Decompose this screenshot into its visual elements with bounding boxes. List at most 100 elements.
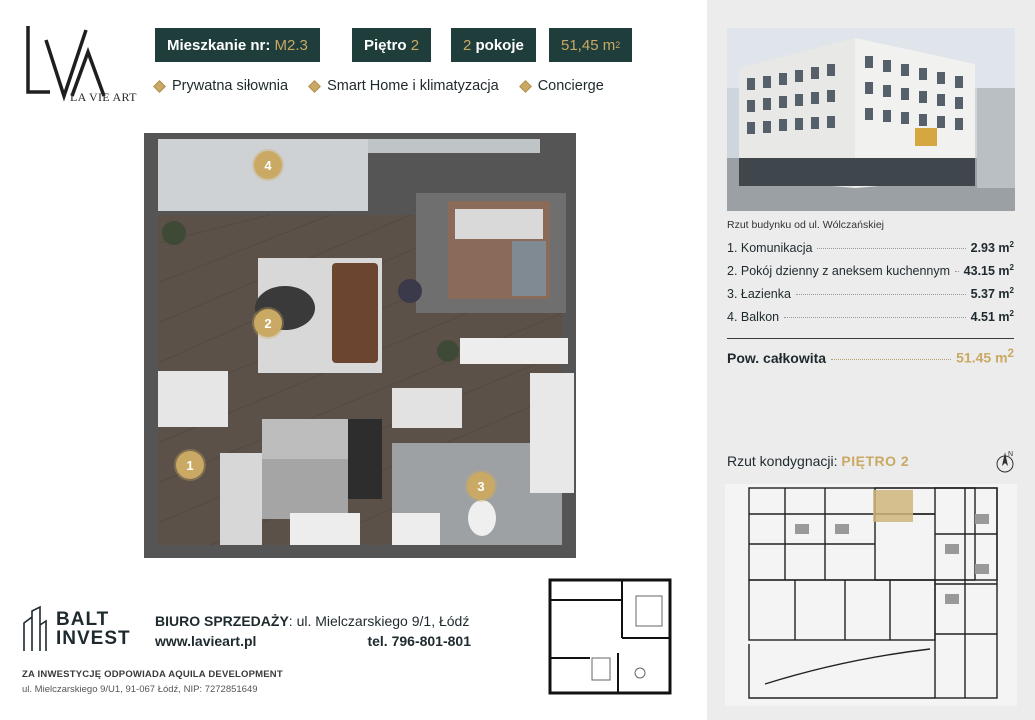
- legal-address: ul. Mielczarskiego 9/U1, 91-067 Łódź, NI…: [22, 684, 258, 695]
- apartment-number-badge: Mieszkanie nr: M2.3: [155, 28, 320, 62]
- wardrobe: [530, 373, 574, 493]
- photo-caption: Rzut budynku od ul. Wólczańskiej: [727, 219, 884, 231]
- area-value: 43.15 m: [963, 264, 1010, 279]
- plant-1: [162, 221, 186, 245]
- feature-label: Smart Home i klimatyzacja: [327, 78, 499, 94]
- invest-line: INVEST: [56, 628, 131, 649]
- area-row: 1. Komunikacja 2.93 m2: [727, 240, 1014, 263]
- area-label: 4. Balkon: [727, 310, 780, 325]
- balt-invest-wordmark: BALT INVEST: [56, 610, 131, 648]
- rooms-badge-label: pokoje: [475, 36, 524, 54]
- total-label: Pow. całkowita: [727, 349, 827, 366]
- entry-cabinet: [220, 453, 262, 545]
- dot-leader: [784, 317, 966, 319]
- room-marker-1: 1: [176, 451, 204, 479]
- floor-badge-value: 2: [410, 36, 420, 54]
- area-badge-sup: 2: [615, 40, 621, 50]
- vanity: [392, 513, 440, 545]
- dot-leader: [955, 271, 959, 273]
- legal-title: ZA INWESTYCJĘ ODPOWIADA AQUILA DEVELOPME…: [22, 669, 283, 680]
- apartment-number-value: M2.3: [274, 36, 308, 54]
- blanket: [512, 241, 546, 296]
- floor-badge: Piętro 2: [352, 28, 432, 62]
- floor-value: PIĘTRO 2: [841, 453, 910, 469]
- area-table: 1. Komunikacja 2.93 m2 2. Pokój dzienny …: [727, 240, 1014, 366]
- dot-leader: [831, 358, 952, 360]
- pillows: [455, 209, 543, 239]
- brand-name: LA VIE ART: [70, 90, 137, 104]
- area-label: 2. Pokój dzienny z aneksem kuchennym: [727, 264, 951, 279]
- area-divider: [727, 338, 1014, 339]
- diamond-icon: [308, 79, 321, 93]
- balt-invest-logo: BALT INVEST: [22, 605, 131, 653]
- area-value: 2.93 m: [970, 241, 1010, 256]
- floor-badge-label: Piętro: [364, 36, 407, 54]
- area-badge-value: 51,45 m: [561, 36, 616, 54]
- area-sup: 2: [1009, 263, 1014, 272]
- office-row: BIURO SPRZEDAŻY: ul. Mielczarskiego 9/1,…: [155, 611, 471, 631]
- sofa: [332, 263, 378, 363]
- building-render-image: [727, 28, 1015, 211]
- dining-table: [158, 371, 228, 427]
- total-value: 51.45 m: [956, 349, 1008, 366]
- balt-line: BALT: [56, 609, 110, 630]
- room-marker-2: 2: [254, 309, 282, 337]
- feature-item: Concierge: [518, 78, 604, 94]
- area-label: 3. Łazienka: [727, 287, 791, 302]
- highlighted-unit: [873, 490, 913, 522]
- feature-item: Prywatna siłownia: [153, 78, 289, 94]
- website-link[interactable]: www.lavieart.pl: [155, 633, 256, 649]
- plant-2: [437, 340, 459, 362]
- rooms-badge: 2 pokoje: [451, 28, 536, 62]
- area-row: 4. Balkon 4.51 m2: [727, 309, 1014, 332]
- partition: [460, 338, 568, 364]
- dot-leader: [795, 294, 966, 296]
- kitchen-island: [262, 459, 348, 519]
- area-row: 3. Łazienka 5.37 m2: [727, 286, 1014, 309]
- area-total-row: Pow. całkowita 51.45 m2: [727, 347, 1014, 366]
- rooms-badge-value: 2: [463, 36, 472, 54]
- apartment-floor-plan: [130, 133, 578, 558]
- office-label: BIURO SPRZEDAŻY: [155, 613, 289, 629]
- room-marker-3: 3: [467, 472, 495, 500]
- area-row: 2. Pokój dzienny z aneksem kuchennym 43.…: [727, 263, 1014, 286]
- balt-invest-mark-icon: [23, 605, 47, 651]
- floor-plan-diagram: [725, 484, 1017, 706]
- building-photo: [727, 28, 1015, 211]
- area-sup: 2: [1009, 240, 1014, 249]
- phone-link[interactable]: tel. 796-801-801: [367, 633, 471, 649]
- office-address: : ul. Mielczarskiego 9/1, Łódź: [288, 613, 470, 629]
- total-sup: 2: [1007, 347, 1014, 360]
- bath-wall: [392, 388, 462, 428]
- area-value: 4.51 m: [970, 310, 1010, 325]
- cooktop: [348, 419, 382, 499]
- area-value: 5.37 m: [970, 287, 1010, 302]
- compass-icon: N: [992, 448, 1018, 474]
- area-sup: 2: [1009, 309, 1014, 318]
- info-panel: Rzut budynku od ul. Wólczańskiej 1. Komu…: [707, 0, 1035, 720]
- pouf: [398, 279, 422, 303]
- building-floor-plan: [725, 484, 1017, 706]
- balcony-rail: [368, 139, 540, 153]
- apartment-number-label: Mieszkanie nr:: [167, 36, 271, 54]
- area-badge: 51,45 m2: [549, 28, 633, 62]
- toilet: [468, 500, 496, 536]
- kitchen-base: [290, 513, 360, 545]
- mini-plan-drawing: [548, 578, 672, 695]
- feature-item: Smart Home i klimatyzacja: [308, 78, 499, 94]
- mini-floor-plan: [548, 578, 672, 695]
- diamond-icon: [153, 79, 166, 93]
- floor-plan-drawing: [144, 133, 576, 558]
- contact-row: www.lavieart.pl tel. 796-801-801: [155, 631, 471, 651]
- area-sup: 2: [1009, 286, 1014, 295]
- compass-label: N: [1008, 451, 1013, 458]
- features-list: Prywatna siłownia Smart Home i klimatyza…: [153, 78, 604, 94]
- diamond-icon: [518, 79, 532, 93]
- dot-leader: [817, 248, 966, 250]
- floor-label: Rzut kondygnacji:: [727, 453, 838, 469]
- floor-plan-title: Rzut kondygnacji: PIĘTRO 2: [727, 453, 909, 469]
- feature-label: Prywatna siłownia: [172, 78, 289, 94]
- feature-label: Concierge: [537, 78, 604, 94]
- contact-block: BIURO SPRZEDAŻY: ul. Mielczarskiego 9/1,…: [155, 611, 471, 651]
- area-label: 1. Komunikacja: [727, 241, 813, 256]
